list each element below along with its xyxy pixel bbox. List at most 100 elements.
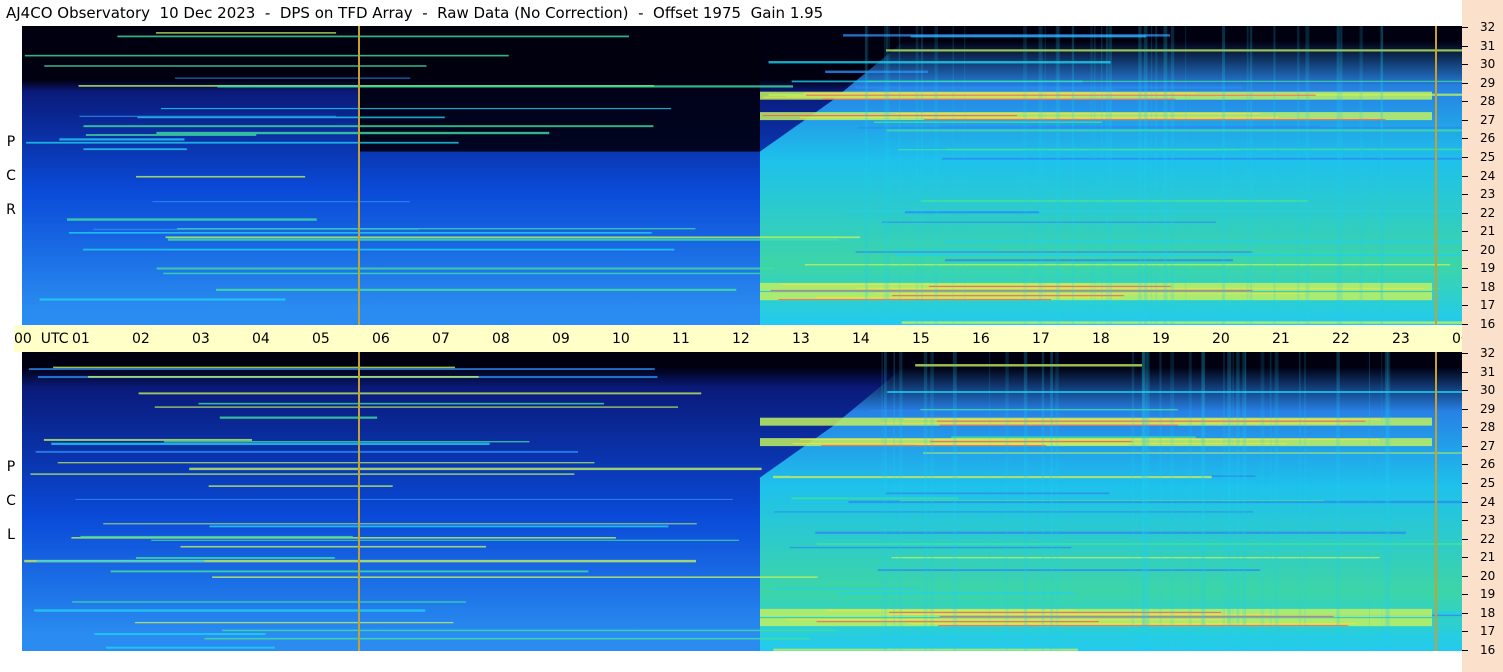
time-tick-label: 05 [312,331,330,347]
vertical-streak [1221,26,1226,325]
signal-band [156,131,550,135]
freq-tick-mark [1462,520,1468,522]
signal-band [156,267,775,270]
strong-band-line [930,441,1133,443]
signal-band [88,375,479,378]
vertical-streak [899,352,903,651]
signal-band [59,138,185,141]
signal-band [80,535,353,538]
freq-tick-mark [1462,650,1468,651]
pol-label-p2: L [7,527,15,543]
signal-band [843,34,1170,37]
vertical-streak [1236,352,1240,651]
vertical-streak [988,352,991,651]
signal-band [943,241,1462,243]
freq-tick-label: 26 [1480,457,1496,472]
freq-tick-label: 25 [1480,149,1496,164]
freq-tick-mark [1462,631,1468,633]
time-marker-line [358,352,360,651]
signal-band [175,77,411,79]
freq-tick-label: 30 [1480,383,1496,398]
time-tick-label: 11 [672,331,690,347]
time-tick-label: 23 [1392,331,1410,347]
signal-band [68,232,652,234]
time-tick-label: 18 [1092,331,1110,347]
time-axis: 00 UTC 01 02 03 04 05 06 07 08 09 10 11 … [14,326,1503,352]
freq-tick-mark [1462,445,1468,447]
freq-tick-label: 18 [1480,279,1496,294]
freq-tick-label: 31 [1480,364,1496,379]
time-tick-label: 14 [852,331,870,347]
strong-band-line [803,92,1196,94]
freq-tick-label: 24 [1480,494,1496,509]
time-tick-label: 09 [552,331,570,347]
vertical-streak [952,352,957,651]
freq-tick-label: 20 [1480,242,1496,257]
vertical-streak [1041,352,1045,651]
time-tick-label: 16 [972,331,990,347]
freq-tick-label: 25 [1480,475,1496,490]
signal-band [72,601,467,603]
vertical-streak [1260,352,1265,651]
signal-band [36,560,205,562]
signal-band [204,637,810,640]
vertical-streak [915,26,919,325]
freq-tick-mark [1462,175,1468,177]
signal-band [873,121,1102,124]
signal-band [161,107,672,110]
time-tick-label: 08 [492,331,510,347]
freq-tick-label: 16 [1480,317,1496,331]
signal-band [24,54,509,57]
vertical-streak [934,26,938,325]
signal-band [221,629,836,632]
signal-band [83,248,675,251]
freq-tick-mark [1462,557,1468,559]
signal-band [773,587,922,590]
signal-band [28,368,655,371]
freq-tick-label: 30 [1480,57,1496,72]
freq-tick-mark [1462,482,1468,484]
vertical-streak [923,352,928,651]
vertical-streak [1131,352,1135,651]
vertical-streak [1336,26,1340,325]
freq-tick-label: 20 [1480,568,1496,583]
vertical-streak [1101,26,1103,325]
freq-tick-label: 28 [1480,94,1496,109]
vertical-streak [1038,26,1043,325]
vertical-streak [898,26,901,325]
signal-band [35,450,578,453]
vertical-streak [1232,352,1234,651]
signal-band [57,462,595,464]
signal-band [152,201,411,203]
signal-band [135,621,454,624]
signal-band [217,85,794,88]
strong-band-line [892,295,1124,297]
freq-tick-label: 23 [1480,513,1496,528]
signal-band [219,416,378,419]
vertical-streak [1185,26,1187,325]
vertical-streak [1222,352,1225,651]
vertical-streak [1143,26,1148,325]
frequency-axis: 32 31 30 29 28 27 26 25 24 23 22 21 20 19 18 17 16 32 31 30… [1462,0,1503,672]
signal-band [774,511,1253,513]
time-tick-label: 02 [132,331,150,347]
freq-tick-label: 21 [1480,224,1496,239]
vertical-streak [1336,352,1340,651]
signal-band [804,264,1451,266]
vertical-streak [1368,352,1370,651]
signal-band [941,125,1320,128]
signal-band [869,410,1128,412]
chart-title: AJ4CO Observatory 10 Dec 2023 - DPS on T… [6,4,824,22]
time-tick-label: 07 [432,331,450,347]
time-tick-label: 20 [1212,331,1230,347]
freq-tick-mark [1462,464,1468,466]
vertical-streak [1299,352,1301,651]
signal-band [75,498,733,500]
time-marker-line [358,26,360,325]
signal-band [151,539,739,541]
signal-band [103,523,697,525]
freq-tick-mark [1462,371,1468,373]
vertical-streak [1227,352,1232,651]
signal-band [155,32,337,34]
strong-band-line [822,98,1176,100]
